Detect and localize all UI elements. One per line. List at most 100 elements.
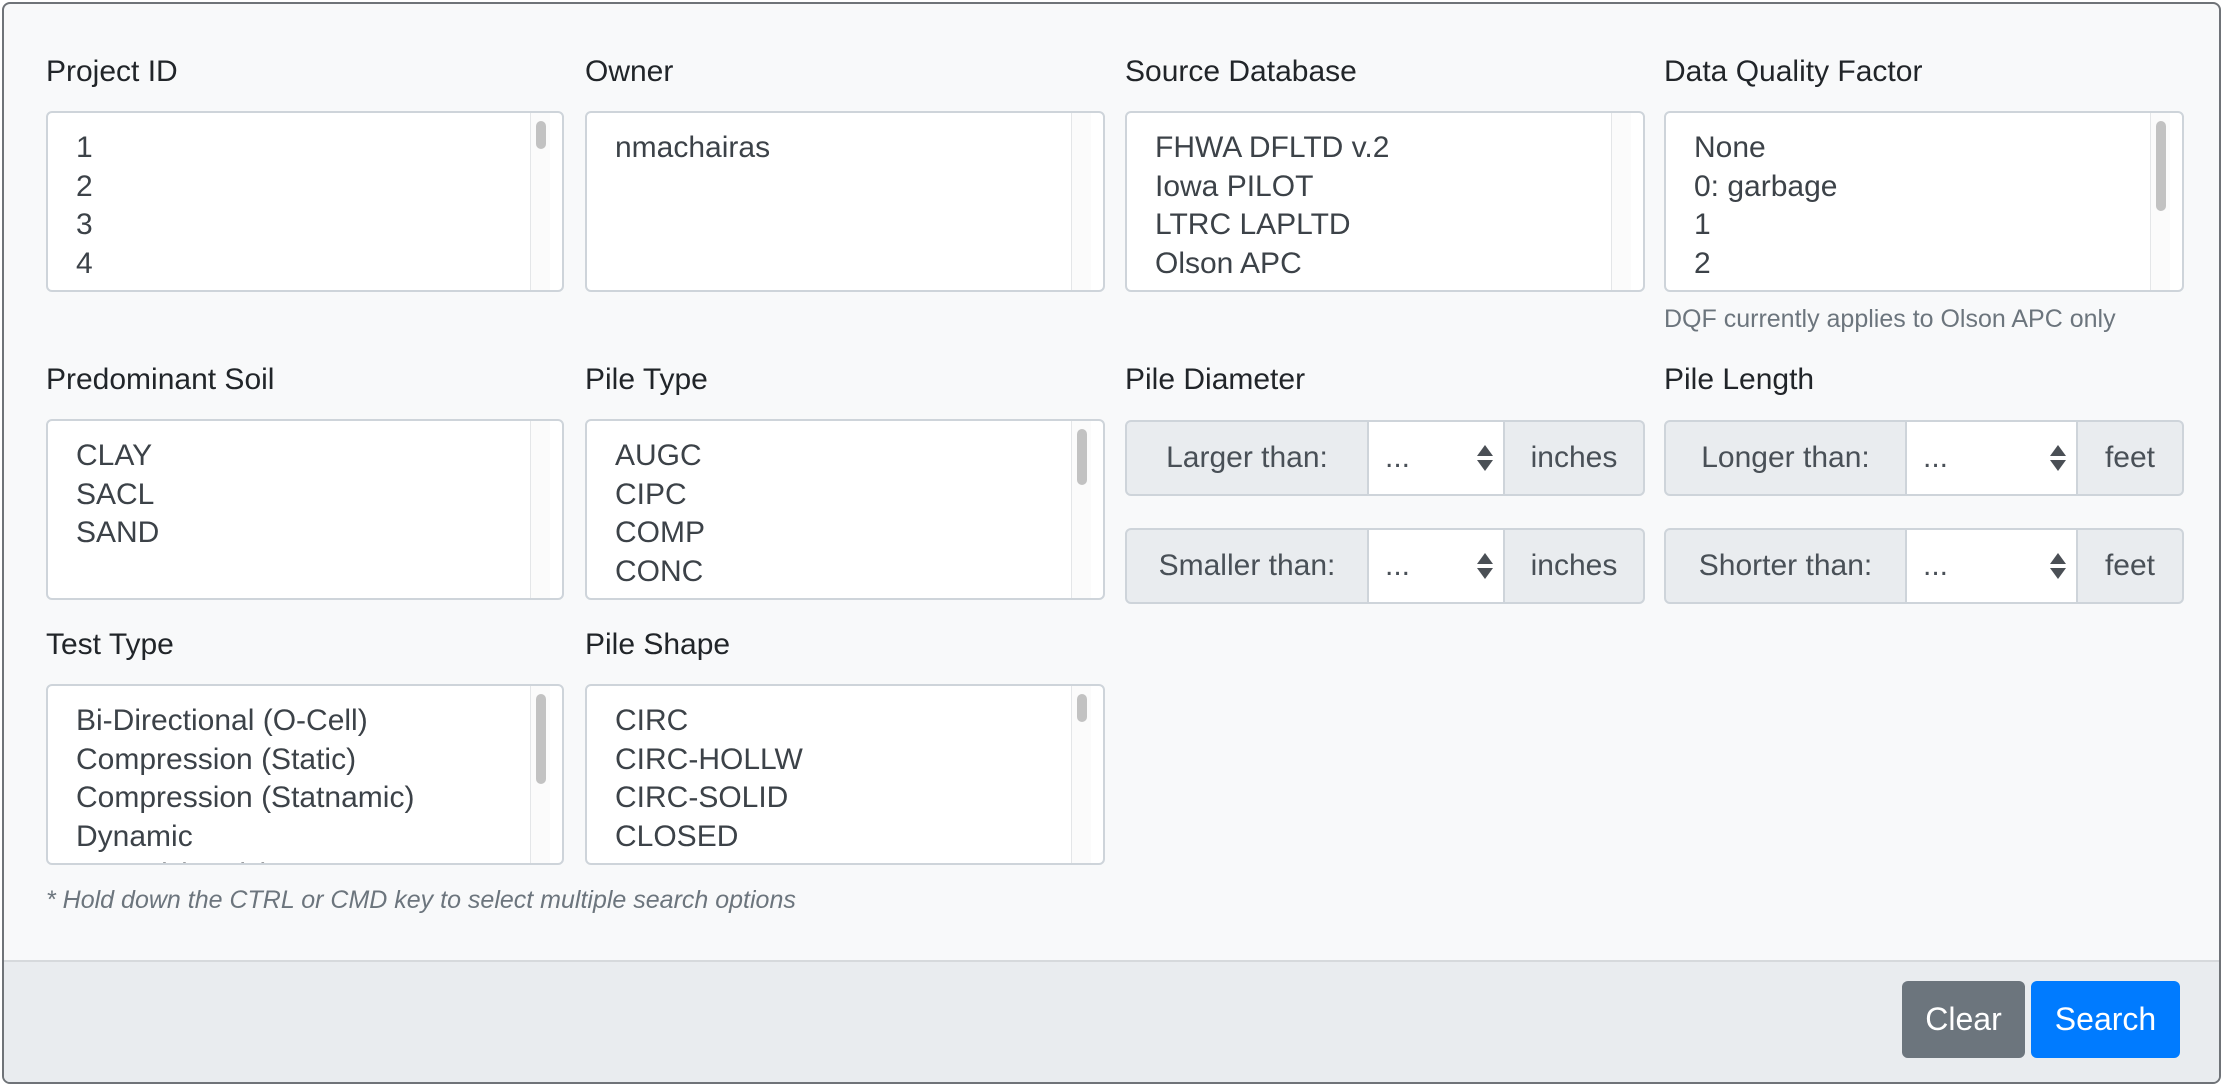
select-option[interactable]: Lateral (Static) <box>76 856 536 863</box>
multi-select-note: * Hold down the CTRL or CMD key to selec… <box>46 886 796 914</box>
select-option[interactable]: 2 <box>76 168 536 207</box>
predominant-soil-options: CLAY SACL SAND <box>76 437 536 553</box>
search-form-card: Project ID 12345 Owner nmachairas Source… <box>2 2 2221 1084</box>
select-option[interactable]: COMP <box>615 514 1077 553</box>
select-option[interactable]: 1 <box>76 129 536 168</box>
select-option[interactable]: Olson APC <box>1155 245 1617 284</box>
select-option[interactable]: Compression (Static) <box>76 741 536 780</box>
pile-type-options: AUGCCIPCCOMPCONCFRNK <box>615 437 1077 598</box>
length-longer-group: Longer than: ... feet <box>1664 420 2184 496</box>
form-footer <box>4 960 2219 1082</box>
length-longer-value: ... <box>1923 441 1949 474</box>
select-option[interactable]: 4 <box>76 245 536 284</box>
updown-arrows-icon <box>2050 553 2066 579</box>
select-option[interactable]: CIRC-HOLLW <box>615 741 1077 780</box>
test-type-label: Test Type <box>46 628 174 661</box>
owner-options: nmachairas <box>615 129 1077 168</box>
owner-label: Owner <box>585 55 674 88</box>
select-option[interactable]: CIRC <box>615 702 1077 741</box>
diameter-smaller-value: ... <box>1385 549 1411 582</box>
pile-type-scrollbar[interactable] <box>1071 421 1091 598</box>
owner-select[interactable]: nmachairas <box>585 111 1105 292</box>
select-option[interactable]: 2 <box>1694 245 2156 284</box>
pile-shape-scrollbar[interactable] <box>1071 686 1091 863</box>
select-option[interactable]: LTRC LAPLTD <box>1155 206 1617 245</box>
test-type-scrollbar[interactable] <box>530 686 550 863</box>
source-database-options: FHWA DFLTD v.2 Iowa PILOT LTRC LAPLTD Olson… <box>1155 129 1617 283</box>
select-option[interactable]: SACL <box>76 476 536 515</box>
select-option[interactable]: SAND <box>76 514 536 553</box>
select-option[interactable]: 1 <box>1694 206 2156 245</box>
updown-arrows-icon <box>1477 445 1493 471</box>
diameter-larger-group: Larger than: ... inches <box>1125 420 1645 496</box>
pile-diameter-label: Pile Diameter <box>1125 363 1306 396</box>
select-option[interactable]: HEXA <box>615 856 1077 863</box>
select-option[interactable]: Bi-Directional (O-Cell) <box>76 702 536 741</box>
select-option[interactable]: 3 <box>76 206 536 245</box>
select-option[interactable]: None <box>1694 129 2156 168</box>
project-id-scrollbar[interactable] <box>530 113 550 290</box>
scroll-thumb[interactable] <box>536 121 546 149</box>
length-shorter-value: ... <box>1923 549 1949 582</box>
select-option[interactable]: FRNK <box>615 591 1077 598</box>
search-button[interactable]: Search <box>2031 981 2180 1058</box>
scroll-thumb[interactable] <box>536 694 546 784</box>
project-id-label: Project ID <box>46 55 178 88</box>
owner-scrollbar[interactable] <box>1071 113 1091 290</box>
select-option[interactable]: 5 <box>76 283 536 290</box>
select-option[interactable]: 0: garbage <box>1694 168 2156 207</box>
data-quality-factor-label: Data Quality Factor <box>1664 55 1923 88</box>
select-option[interactable]: CIRC-SOLID <box>615 779 1077 818</box>
search-form-body: Project ID 12345 Owner nmachairas Source… <box>4 4 2219 960</box>
length-shorter-select[interactable]: ... <box>1907 528 2078 604</box>
diameter-smaller-prepend: Smaller than: <box>1125 528 1369 604</box>
select-option[interactable]: 3 <box>1694 283 2156 290</box>
diameter-smaller-group: Smaller than: ... inches <box>1125 528 1645 604</box>
diameter-larger-select[interactable]: ... <box>1369 420 1505 496</box>
data-quality-factor-select[interactable]: None0: garbage123 <box>1664 111 2184 292</box>
scroll-thumb[interactable] <box>1077 429 1087 485</box>
scroll-thumb[interactable] <box>2156 121 2166 211</box>
project-id-select[interactable]: 12345 <box>46 111 564 292</box>
select-option[interactable]: CONC <box>615 553 1077 592</box>
select-option[interactable]: Compression (Statnamic) <box>76 779 536 818</box>
project-id-options: 12345 <box>76 129 536 290</box>
clear-button[interactable]: Clear <box>1902 981 2025 1058</box>
diameter-larger-prepend: Larger than: <box>1125 420 1369 496</box>
predominant-soil-select[interactable]: CLAY SACL SAND <box>46 419 564 600</box>
source-database-scrollbar[interactable] <box>1611 113 1631 290</box>
diameter-larger-unit: inches <box>1505 420 1645 496</box>
length-shorter-prepend: Shorter than: <box>1664 528 1907 604</box>
length-longer-prepend: Longer than: <box>1664 420 1907 496</box>
select-option[interactable]: CLAY <box>76 437 536 476</box>
pile-type-label: Pile Type <box>585 363 708 396</box>
data-quality-factor-options: None0: garbage123 <box>1694 129 2156 290</box>
test-type-options: Bi-Directional (O-Cell) Compression (Stat… <box>76 702 536 863</box>
pile-type-select[interactable]: AUGCCIPCCOMPCONCFRNK <box>585 419 1105 600</box>
pile-shape-options: CIRCCIRC-HOLLWCIRC-SOLIDCLOSEDHEXA <box>615 702 1077 863</box>
test-type-select[interactable]: Bi-Directional (O-Cell) Compression (Stat… <box>46 684 564 865</box>
dqf-help-text: DQF currently applies to Olson APC only <box>1664 305 2116 333</box>
pile-shape-label: Pile Shape <box>585 628 731 661</box>
source-database-select[interactable]: FHWA DFLTD v.2 Iowa PILOT LTRC LAPLTD Olson… <box>1125 111 1645 292</box>
updown-arrows-icon <box>1477 553 1493 579</box>
diameter-smaller-select[interactable]: ... <box>1369 528 1505 604</box>
diameter-larger-value: ... <box>1385 441 1411 474</box>
data-quality-factor-scrollbar[interactable] <box>2150 113 2170 290</box>
pile-shape-select[interactable]: CIRCCIRC-HOLLWCIRC-SOLIDCLOSEDHEXA <box>585 684 1105 865</box>
pile-length-label: Pile Length <box>1664 363 1815 396</box>
select-option[interactable]: Dynamic <box>76 818 536 857</box>
diameter-smaller-unit: inches <box>1505 528 1645 604</box>
predominant-soil-scrollbar[interactable] <box>530 421 550 598</box>
length-shorter-unit: feet <box>2078 528 2184 604</box>
select-option[interactable]: AUGC <box>615 437 1077 476</box>
select-option[interactable]: Iowa PILOT <box>1155 168 1617 207</box>
length-shorter-group: Shorter than: ... feet <box>1664 528 2184 604</box>
select-option[interactable]: CLOSED <box>615 818 1077 857</box>
select-option[interactable]: nmachairas <box>615 129 1077 168</box>
select-option[interactable]: FHWA DFLTD v.2 <box>1155 129 1617 168</box>
length-longer-select[interactable]: ... <box>1907 420 2078 496</box>
updown-arrows-icon <box>2050 445 2066 471</box>
scroll-thumb[interactable] <box>1077 694 1087 722</box>
select-option[interactable]: CIPC <box>615 476 1077 515</box>
